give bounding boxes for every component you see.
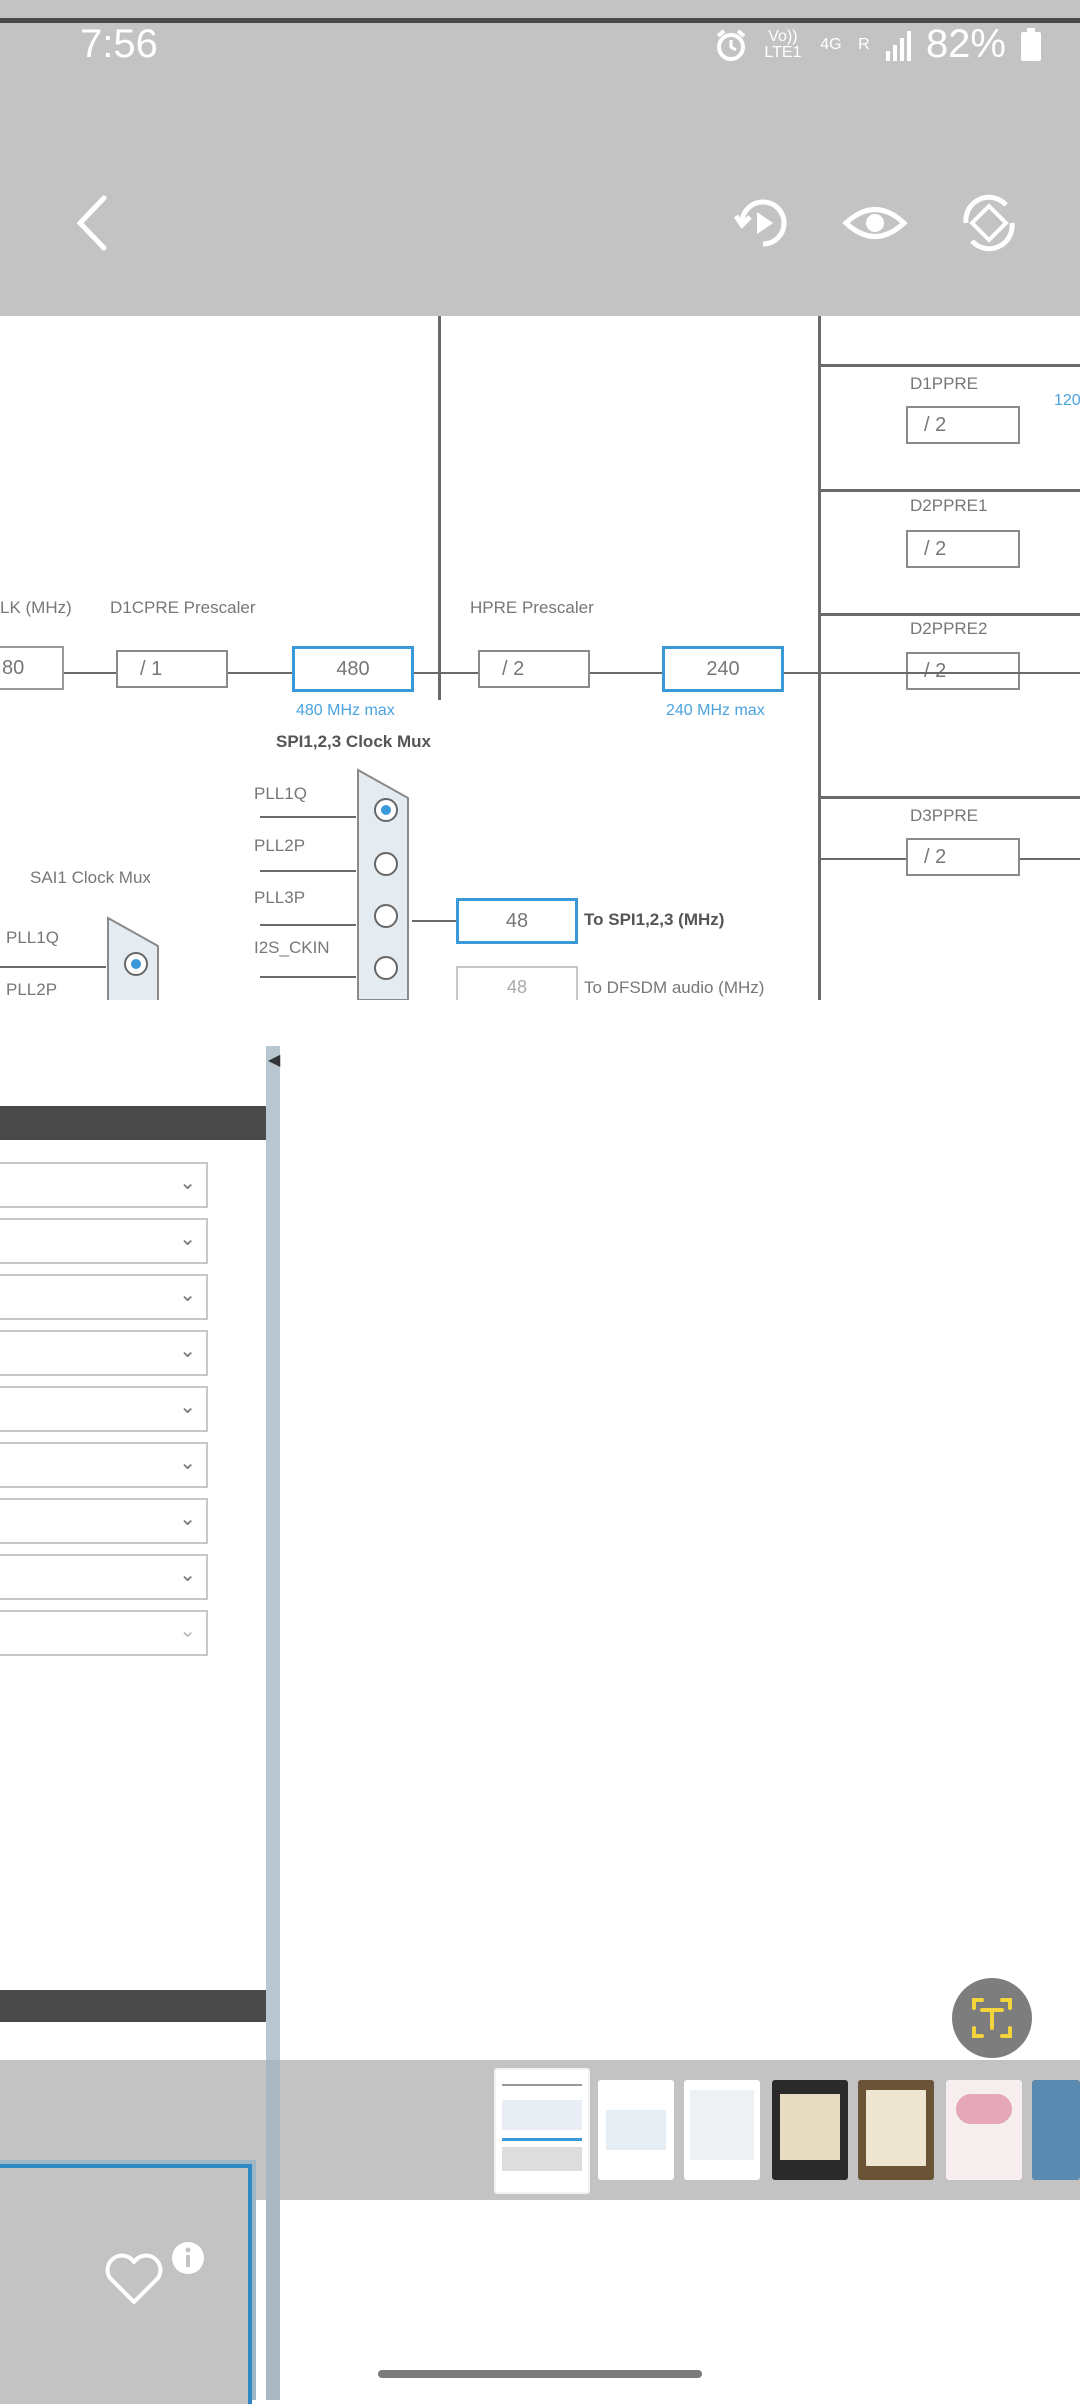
sai-pll2p-label: PLL2P [6, 980, 58, 999]
sysclk-box[interactable]: 480 [292, 646, 414, 692]
max-480-label: 480 MHz max [296, 702, 395, 719]
d3ppre-select[interactable]: / 2 [906, 838, 1020, 876]
chevron-down-icon: ⌄ [179, 1284, 196, 1306]
param-dropdown[interactable]: ⌄ [0, 1218, 208, 1264]
param-dropdown[interactable]: ⌄ [0, 1498, 208, 1544]
eye-icon[interactable] [842, 190, 908, 256]
d1ppre-label: D1PPRE [910, 374, 979, 393]
sai-pll1q-label: PLL1Q [6, 928, 59, 947]
param-dropdown[interactable]: ⌄ [0, 1442, 208, 1488]
4g-indicator: 4G [820, 35, 842, 53]
left-clock-box[interactable]: 80 [0, 646, 64, 690]
viewer-toolbar [0, 92, 1080, 316]
to-spi-label: To SPI1,2,3 (MHz) [584, 910, 725, 929]
edit-icon[interactable] [304, 2246, 368, 2310]
pll3p-label: PLL3P [254, 888, 306, 907]
mux-input-line [260, 976, 356, 978]
d2ppre2-label: D2PPRE2 [910, 619, 988, 638]
chevron-down-icon: ⌄ [179, 1620, 196, 1642]
collapse-arrow-icon[interactable]: ◀ [268, 1050, 280, 1070]
auto-rotate-icon[interactable] [956, 190, 1022, 256]
panel-splitter[interactable] [266, 1046, 280, 2060]
mux-output-line [412, 920, 456, 922]
text-extract-button[interactable] [952, 1978, 1032, 2058]
d2ppre1-select[interactable]: / 2 [906, 530, 1020, 568]
spi-clock-mux [357, 768, 409, 1000]
delete-icon[interactable] [710, 2246, 774, 2310]
d1cpre-label: D1CPRE Prescaler [110, 598, 256, 617]
favorite-icon[interactable] [102, 2246, 166, 2310]
param-dropdown[interactable]: ⌄ [0, 1610, 208, 1656]
chevron-down-icon: ⌄ [179, 1340, 196, 1362]
hpre-select[interactable]: / 2 [478, 650, 590, 688]
rotate-icon[interactable] [730, 190, 796, 256]
diagram-line [438, 316, 441, 700]
more-options-icon[interactable] [914, 2246, 978, 2310]
battery-icon [1021, 27, 1041, 61]
thumbnail-6[interactable] [946, 2080, 1022, 2180]
spi-output-box[interactable]: 48 [456, 898, 578, 944]
hpre-label: HPRE Prescaler [470, 598, 594, 617]
status-time: 7:56 [80, 22, 158, 66]
param-dropdown[interactable]: ⌄ [0, 1162, 208, 1208]
hclk-box[interactable]: 240 [662, 646, 784, 692]
chevron-down-icon: ⌄ [179, 1452, 196, 1474]
d1cpre-select[interactable]: / 1 [116, 650, 228, 688]
thumbnail-2[interactable] [598, 2080, 674, 2180]
bus-line [818, 796, 1080, 799]
mux-input-line [260, 924, 356, 926]
bus-line [818, 364, 1080, 367]
thumbnail-7[interactable] [1032, 2080, 1080, 2180]
sai1-clock-mux-label: SAI1 Clock Mux [30, 868, 151, 887]
right-edge-value: 120 [1054, 392, 1080, 409]
text-scan-icon [972, 1998, 1012, 2038]
i2s-ckin-label: I2S_CKIN [254, 938, 330, 957]
param-dropdown[interactable]: ⌄ [0, 1330, 208, 1376]
bus-line [818, 613, 1080, 616]
d2ppre1-label: D2PPRE1 [910, 496, 988, 515]
param-dropdown[interactable]: ⌄ [0, 1554, 208, 1600]
thumbnail-3[interactable] [684, 2080, 760, 2180]
thumbnail-5[interactable] [858, 2080, 934, 2180]
d3ppre-label: D3PPRE [910, 806, 979, 825]
spi-clock-mux-label: SPI1,2,3 Clock Mux [276, 732, 431, 751]
share-icon[interactable] [506, 2246, 570, 2310]
chevron-down-icon: ⌄ [179, 1564, 196, 1586]
roaming-indicator: R [858, 35, 870, 53]
thumbnail-1[interactable] [494, 2068, 590, 2194]
signal-icon [885, 30, 911, 61]
mux-input-line [260, 870, 356, 872]
chevron-down-icon: ⌄ [179, 1396, 196, 1418]
volte-indicator: Vo)) LTE1 [764, 27, 802, 61]
max-240-label: 240 MHz max [666, 702, 765, 719]
chevron-down-icon: ⌄ [179, 1508, 196, 1530]
bus-line [818, 489, 1080, 492]
status-icons: Vo)) LTE1 4G R 82% [714, 22, 1042, 67]
thumbnail-4[interactable] [772, 2080, 848, 2180]
d1ppre-select[interactable]: / 2 [906, 406, 1020, 444]
param-dropdown[interactable]: ⌄ [0, 1386, 208, 1432]
image-viewer[interactable]: / 1 D1PPRE / 2 D2PPRE1 / 2 D2PPRE2 / 2 D… [0, 316, 1080, 2060]
pll2p-label: PLL2P [254, 836, 306, 855]
panel-header-bar [0, 1106, 266, 1140]
chevron-down-icon: ⌄ [179, 1172, 196, 1194]
back-icon[interactable] [62, 190, 128, 256]
panel-footer-bar [0, 1990, 266, 2022]
pll1q-label: PLL1Q [254, 784, 307, 803]
chevron-down-icon: ⌄ [179, 1228, 196, 1250]
lk-mhz-label: LK (MHz) [0, 598, 72, 617]
home-gesture-bar[interactable] [378, 2370, 702, 2378]
battery-percent: 82% [925, 22, 1006, 66]
sai-input-line [0, 966, 106, 968]
d2ppre2-select[interactable]: / 2 [906, 652, 1020, 690]
alarm-icon [716, 28, 746, 61]
mux-input-line [260, 816, 356, 818]
param-dropdown[interactable]: ⌄ [0, 1274, 208, 1320]
info-icon[interactable] [170, 2240, 206, 2276]
to-dfsdm-label: To DFSDM audio (MHz) [584, 978, 765, 997]
